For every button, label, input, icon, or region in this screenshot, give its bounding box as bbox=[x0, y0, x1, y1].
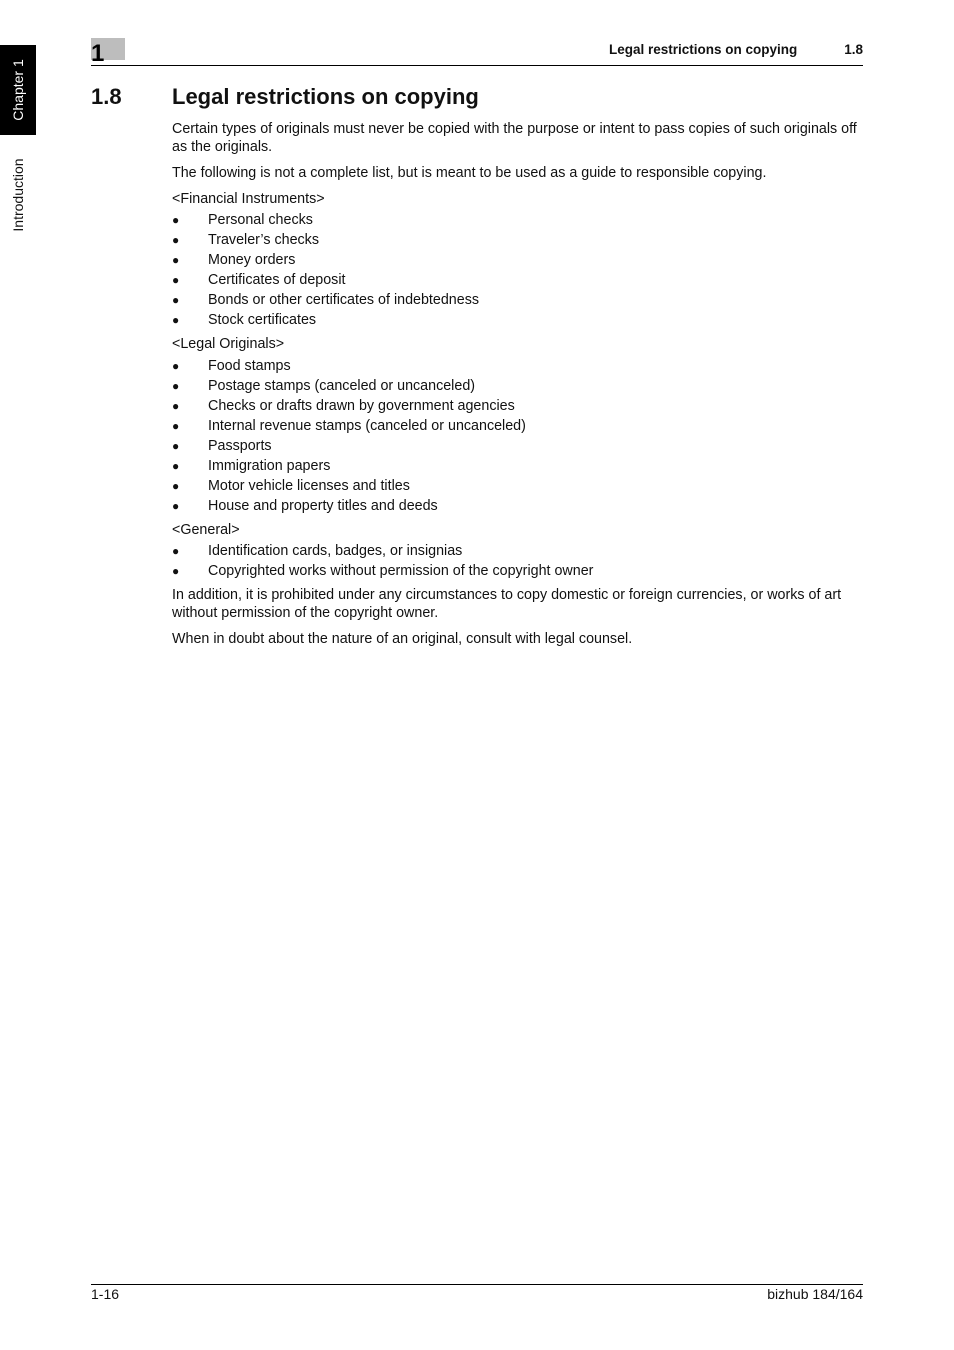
category-legal-originals: <Legal Originals> ● Food stamps ● Postage … bbox=[172, 336, 862, 517]
bullet-icon: ● bbox=[172, 313, 180, 327]
bullet-icon: ● bbox=[172, 293, 180, 307]
bullet-icon: ● bbox=[172, 498, 180, 513]
list-item-text: Postage stamps (canceled or uncanceled) bbox=[208, 377, 476, 394]
bullet-icon: ● bbox=[172, 273, 180, 287]
section-title: Legal restrictions on copying bbox=[172, 84, 479, 109]
list-item: ● Postage stamps (canceled or uncanceled) bbox=[172, 376, 862, 397]
list-item-text: Immigration papers bbox=[208, 457, 331, 474]
running-header-title: Legal restrictions on copying bbox=[609, 42, 798, 57]
bullet-icon: ● bbox=[172, 378, 180, 393]
list-item-text: Passports bbox=[208, 437, 272, 454]
category-label: <Financial Instruments> bbox=[172, 190, 325, 207]
bullet-icon: ● bbox=[172, 544, 180, 558]
list-item: ● Motor vehicle licenses and titles bbox=[172, 476, 862, 497]
bullet-list: ● Identification cards, badges, or insign… bbox=[172, 541, 862, 582]
bullet-icon: ● bbox=[172, 358, 180, 373]
list-item-text: Bonds or other certificates of indebtedn… bbox=[208, 292, 480, 308]
list-item-text: Motor vehicle licenses and titles bbox=[208, 477, 410, 494]
category-financial: <Financial Instruments> ● Personal checks… bbox=[172, 191, 862, 332]
list-item: ● Bonds or other certificates of indebted… bbox=[172, 290, 862, 311]
list-item: ● House and property titles and deeds bbox=[172, 496, 862, 517]
list-item: ● Traveler’s checks bbox=[172, 230, 862, 251]
intro-paragraph: Certain types of originals must never be… bbox=[172, 121, 857, 155]
bullet-icon: ● bbox=[172, 233, 180, 247]
bullet-icon: ● bbox=[172, 253, 180, 267]
bullet-icon: ● bbox=[172, 398, 180, 413]
section-body: Certain types of originals must never be… bbox=[172, 121, 862, 657]
list-item: ● Copyrighted works without permission of… bbox=[172, 561, 862, 582]
list-item-text: Food stamps bbox=[208, 357, 291, 374]
category-general: <General> ● Identification cards, badges,… bbox=[172, 522, 862, 583]
bullet-icon: ● bbox=[172, 478, 180, 493]
list-item-text: Certificates of deposit bbox=[208, 272, 346, 288]
intro-paragraph: The following is not a complete list, bu… bbox=[172, 164, 767, 181]
closing-paragraph: In addition, it is prohibited under any … bbox=[172, 587, 842, 621]
list-item: ● Identification cards, badges, or insign… bbox=[172, 541, 862, 562]
list-item-text: Traveler’s checks bbox=[208, 232, 319, 248]
footer-divider bbox=[91, 1284, 863, 1285]
list-item-text: Copyrighted works without permission of … bbox=[208, 563, 594, 579]
category-label: <Legal Originals> bbox=[172, 336, 285, 352]
list-item: ● Personal checks bbox=[172, 210, 862, 231]
bullet-list: ● Personal checks ● Traveler’s checks ● Mon… bbox=[172, 210, 862, 331]
bullet-icon: ● bbox=[172, 438, 180, 453]
list-item: ● Immigration papers bbox=[172, 456, 862, 477]
list-item-text: House and property titles and deeds bbox=[208, 497, 438, 514]
list-item: ● Money orders bbox=[172, 250, 862, 271]
list-item: ● Internal revenue stamps (canceled or un… bbox=[172, 416, 862, 437]
closing-paragraph: When in doubt about the nature of an ori… bbox=[172, 630, 633, 647]
section-side-label-text: Introduction bbox=[10, 158, 26, 232]
list-item: ● Checks or drafts drawn by government ag… bbox=[172, 396, 862, 417]
list-item: ● Food stamps bbox=[172, 356, 862, 377]
chapter-side-tab-label: Chapter 1 bbox=[10, 59, 26, 121]
bullet-icon: ● bbox=[172, 213, 180, 227]
section-side-label: Introduction bbox=[0, 140, 36, 250]
running-header-section: 1.8 bbox=[844, 42, 863, 57]
list-item: ● Passports bbox=[172, 436, 862, 457]
bullet-list: ● Food stamps ● Postage stamps (canceled o… bbox=[172, 356, 862, 517]
list-item: ● Certificates of deposit bbox=[172, 270, 862, 291]
bullet-icon: ● bbox=[172, 564, 180, 578]
bullet-icon: ● bbox=[172, 458, 180, 473]
list-item-text: Money orders bbox=[208, 252, 296, 268]
product-model: bizhub 184/164 bbox=[767, 1286, 863, 1302]
list-item-text: Identification cards, badges, or insigni… bbox=[208, 543, 463, 559]
bullet-icon: ● bbox=[172, 418, 180, 433]
list-item: ● Stock certificates bbox=[172, 310, 862, 331]
list-item-text: Personal checks bbox=[208, 212, 313, 228]
list-item-text: Internal revenue stamps (canceled or unc… bbox=[208, 417, 526, 434]
page-number: 1-16 bbox=[91, 1286, 120, 1302]
list-item-text: Checks or drafts drawn by government age… bbox=[208, 397, 515, 414]
chapter-side-tab: Chapter 1 bbox=[0, 45, 36, 135]
list-item-text: Stock certificates bbox=[208, 312, 317, 328]
category-label: <General> bbox=[172, 521, 240, 538]
header-divider bbox=[91, 65, 863, 66]
section-number: 1.8 bbox=[91, 84, 122, 109]
